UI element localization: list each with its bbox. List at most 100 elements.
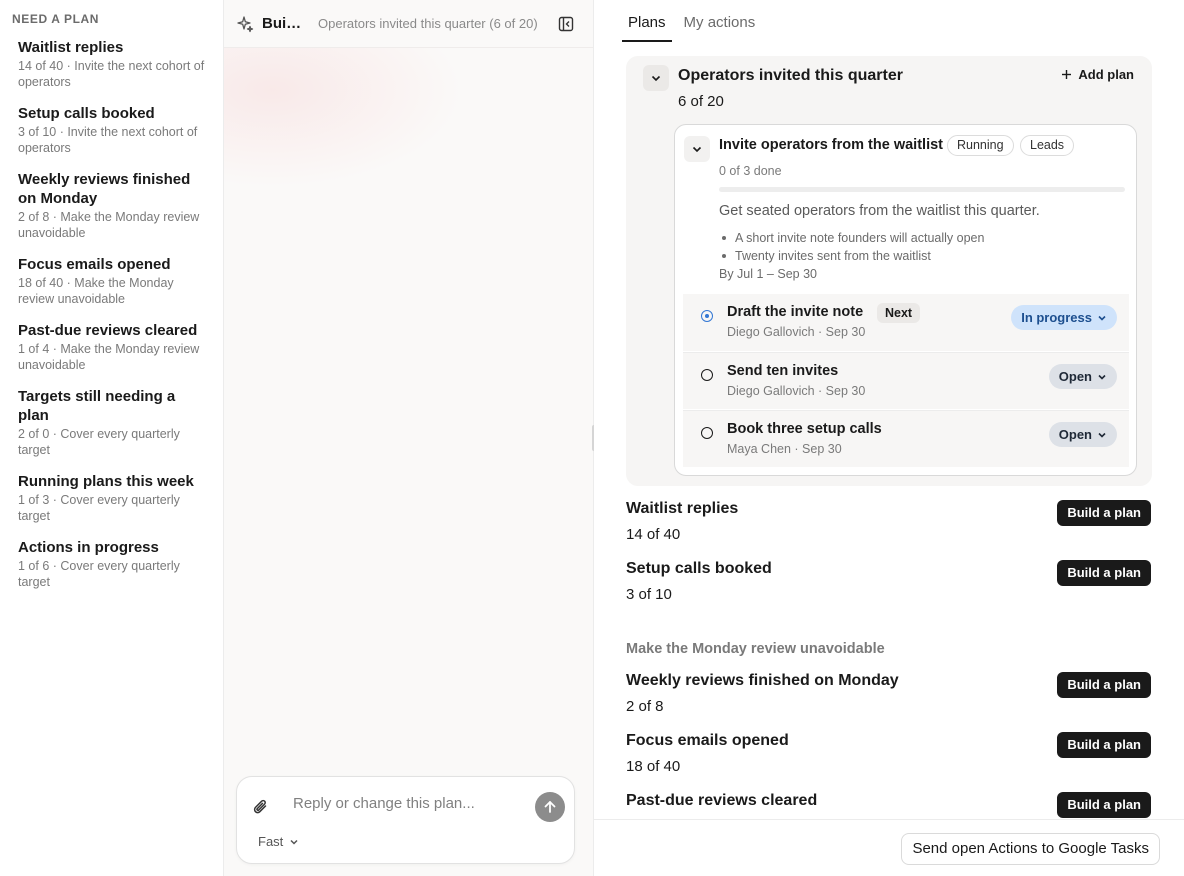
plan-card: Invite operators from the waitlist Runni… xyxy=(674,124,1137,476)
chevron-down-icon xyxy=(1098,374,1106,380)
send-to-google-tasks-button[interactable]: Send open Actions to Google Tasks xyxy=(901,833,1160,865)
open-status-icon[interactable] xyxy=(701,369,713,381)
chevron-down-icon xyxy=(1098,432,1106,438)
sidebar-item-subtitle: 18 of 40 · Make the Monday review unavoi… xyxy=(18,276,174,306)
action-meta: Diego Gallovich · Sep 30 xyxy=(727,325,866,339)
action-row-draft-invite[interactable]: Draft the invite note Next Diego Gallovi… xyxy=(683,294,1129,352)
plans-footer: Send open Actions to Google Tasks xyxy=(594,819,1184,876)
build-plan-button[interactable]: Build a plan xyxy=(1057,672,1151,698)
goal-row-focus-emails: Focus emails opened 18 of 40 Build a pla… xyxy=(626,732,1152,780)
sparkle-icon xyxy=(236,15,254,33)
goal-row-setup-calls: Setup calls booked 3 of 10 Build a plan xyxy=(626,560,1152,608)
plan-bullets: A short invite note founders will actual… xyxy=(719,229,984,265)
sidebar-item-title: Actions in progress xyxy=(18,539,159,556)
sidebar-item-subtitle: 1 of 3 · Cover every quarterly target xyxy=(18,493,180,523)
chevron-down-icon xyxy=(651,75,661,82)
build-plan-button[interactable]: Build a plan xyxy=(1057,560,1151,586)
sidebar-item-targets-needing-plan[interactable]: Targets still needing a plan 2 of 0 · Co… xyxy=(12,387,211,458)
action-status-value: In progress xyxy=(1021,310,1092,325)
action-row-book-setup-calls[interactable]: Book three setup calls Maya Chen · Sep 3… xyxy=(683,410,1129,468)
sidebar-item-subtitle: 2 of 0 · Cover every quarterly target xyxy=(18,427,180,457)
chat-reply-input[interactable] xyxy=(293,791,523,815)
plan-bullet: A short invite note founders will actual… xyxy=(719,229,984,247)
action-row-send-invites[interactable]: Send ten invites Diego Gallovich · Sep 3… xyxy=(683,352,1129,410)
sidebar-item-title: Focus emails opened xyxy=(18,256,171,273)
sidebar-item-past-due-reviews[interactable]: Past-due reviews cleared 1 of 4 · Make t… xyxy=(12,321,211,373)
plan-done-count: 0 of 3 done xyxy=(719,164,782,178)
goal-title: Waitlist replies xyxy=(626,500,739,517)
goal-title: Past-due reviews cleared xyxy=(626,792,818,809)
goal-title: Focus emails opened xyxy=(626,732,789,749)
sidebar-item-weekly-reviews[interactable]: Weekly reviews finished on Monday 2 of 8… xyxy=(12,170,211,241)
chat-panel: Building a plan Operators invited this q… xyxy=(224,0,596,876)
sidebar-item-title: Targets still needing a plan xyxy=(18,388,176,424)
action-status-value: Open xyxy=(1058,369,1092,384)
send-button[interactable] xyxy=(535,792,565,822)
action-meta: Maya Chen · Sep 30 xyxy=(727,442,842,456)
sidebar-item-running-plans[interactable]: Running plans this week 1 of 3 · Cover e… xyxy=(12,472,211,524)
goal-row-waitlist-replies: Waitlist replies 14 of 40 Build a plan xyxy=(626,500,1152,548)
sidebar-item-subtitle: 2 of 8 · Make the Monday review unavoida… xyxy=(18,210,200,240)
chat-composer: Fast xyxy=(236,776,575,864)
sidebar-heading: NEED A PLAN xyxy=(12,12,100,26)
status-badge-running: Running xyxy=(947,135,1014,156)
action-status-dropdown[interactable]: In progress xyxy=(1011,305,1117,330)
sidebar-item-title: Setup calls booked xyxy=(18,105,155,122)
build-plan-button[interactable]: Build a plan xyxy=(1057,792,1151,818)
plans-panel: Plans My actions Operators invited this … xyxy=(594,0,1184,876)
action-title: Send ten invites xyxy=(727,363,839,379)
goal-title: Setup calls booked xyxy=(626,560,772,577)
goal-group-card: Operators invited this quarter 6 of 20 A… xyxy=(626,56,1152,486)
action-status-value: Open xyxy=(1058,427,1092,442)
model-select[interactable]: Fast xyxy=(258,834,299,849)
sidebar-item-subtitle: 3 of 10 · Invite the next cohort of oper… xyxy=(18,125,198,155)
sidebar-item-focus-emails[interactable]: Focus emails opened 18 of 40 · Make the … xyxy=(12,255,211,307)
sidebar-item-actions-in-progress[interactable]: Actions in progress 1 of 6 · Cover every… xyxy=(12,538,211,590)
collapse-panel-icon[interactable] xyxy=(557,15,575,33)
action-status-dropdown[interactable]: Open xyxy=(1048,422,1117,447)
sidebar-item-setup-calls-booked[interactable]: Setup calls booked 3 of 10 · Invite the … xyxy=(12,104,211,156)
model-select-value: Fast xyxy=(258,834,284,849)
tab-my-actions[interactable]: My actions xyxy=(678,0,762,42)
goal-title: Weekly reviews finished on Monday xyxy=(626,672,899,689)
sidebar-item-title: Past-due reviews cleared xyxy=(18,322,198,339)
goal-progress: 18 of 40 xyxy=(626,758,681,775)
goal-progress: 2 of 8 xyxy=(626,698,664,715)
action-meta: Diego Gallovich · Sep 30 xyxy=(727,384,866,398)
build-plan-button[interactable]: Build a plan xyxy=(1057,500,1151,526)
chat-subtitle: Operators invited this quarter (6 of 20) xyxy=(318,16,538,31)
sidebar-item-title: Waitlist replies xyxy=(18,39,124,56)
group-progress: 6 of 20 xyxy=(678,93,724,110)
collapse-plan-button[interactable] xyxy=(684,136,710,162)
sidebar-item-subtitle: 14 of 40 · Invite the next cohort of ope… xyxy=(18,59,205,89)
in-progress-status-icon[interactable] xyxy=(701,310,713,322)
goal-progress: 14 of 40 xyxy=(626,526,681,543)
sidebar-item-waitlist-replies[interactable]: Waitlist replies 14 of 40 · Invite the n… xyxy=(12,38,211,90)
arrow-up-icon xyxy=(544,801,556,813)
collapse-group-button[interactable] xyxy=(643,65,669,91)
action-status-dropdown[interactable]: Open xyxy=(1048,364,1117,389)
chat-title: Building a plan xyxy=(262,15,304,32)
plan-title: Invite operators from the waitlist xyxy=(719,137,943,153)
sidebar-item-subtitle: 1 of 4 · Make the Monday review unavoida… xyxy=(18,342,200,372)
chat-header: Building a plan Operators invited this q… xyxy=(224,0,593,48)
plus-icon xyxy=(1062,70,1072,79)
build-plan-button[interactable]: Build a plan xyxy=(1057,732,1151,758)
sidebar-item-title: Running plans this week xyxy=(18,473,194,490)
next-tag: Next xyxy=(877,303,921,323)
add-plan-label: Add plan xyxy=(1078,67,1134,82)
plan-bullet: Twenty invites sent from the waitlist xyxy=(719,247,984,265)
paperclip-icon[interactable] xyxy=(251,797,271,817)
chevron-down-icon xyxy=(692,146,702,153)
need-a-plan-sidebar: NEED A PLAN Waitlist replies 14 of 40 · … xyxy=(0,0,224,876)
add-plan-button[interactable]: Add plan xyxy=(1061,67,1134,82)
plan-progress-bar xyxy=(719,187,1125,192)
goal-row-weekly-reviews: Weekly reviews finished on Monday 2 of 8… xyxy=(626,672,1152,720)
action-title: Draft the invite note xyxy=(727,304,864,320)
open-status-icon[interactable] xyxy=(701,427,713,439)
action-title: Book three setup calls xyxy=(727,421,882,437)
action-list: Draft the invite note Next Diego Gallovi… xyxy=(683,294,1129,468)
tab-plans[interactable]: Plans xyxy=(622,0,672,42)
sidebar-item-subtitle: 1 of 6 · Cover every quarterly target xyxy=(18,559,180,589)
goal-progress: 3 of 10 xyxy=(626,586,672,603)
